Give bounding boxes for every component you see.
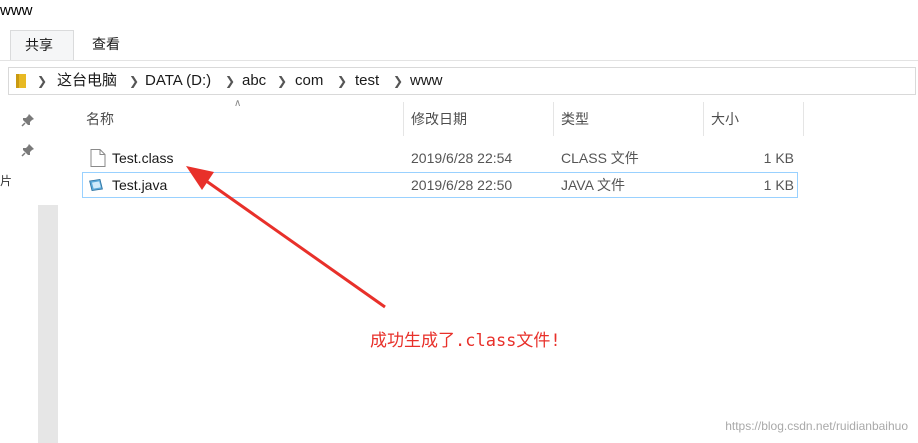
watermark: https://blog.csdn.net/ruidianbaihuo — [725, 419, 908, 433]
annotation-arrow — [186, 166, 386, 309]
annotation-text: 成功生成了.class文件! — [370, 331, 561, 351]
